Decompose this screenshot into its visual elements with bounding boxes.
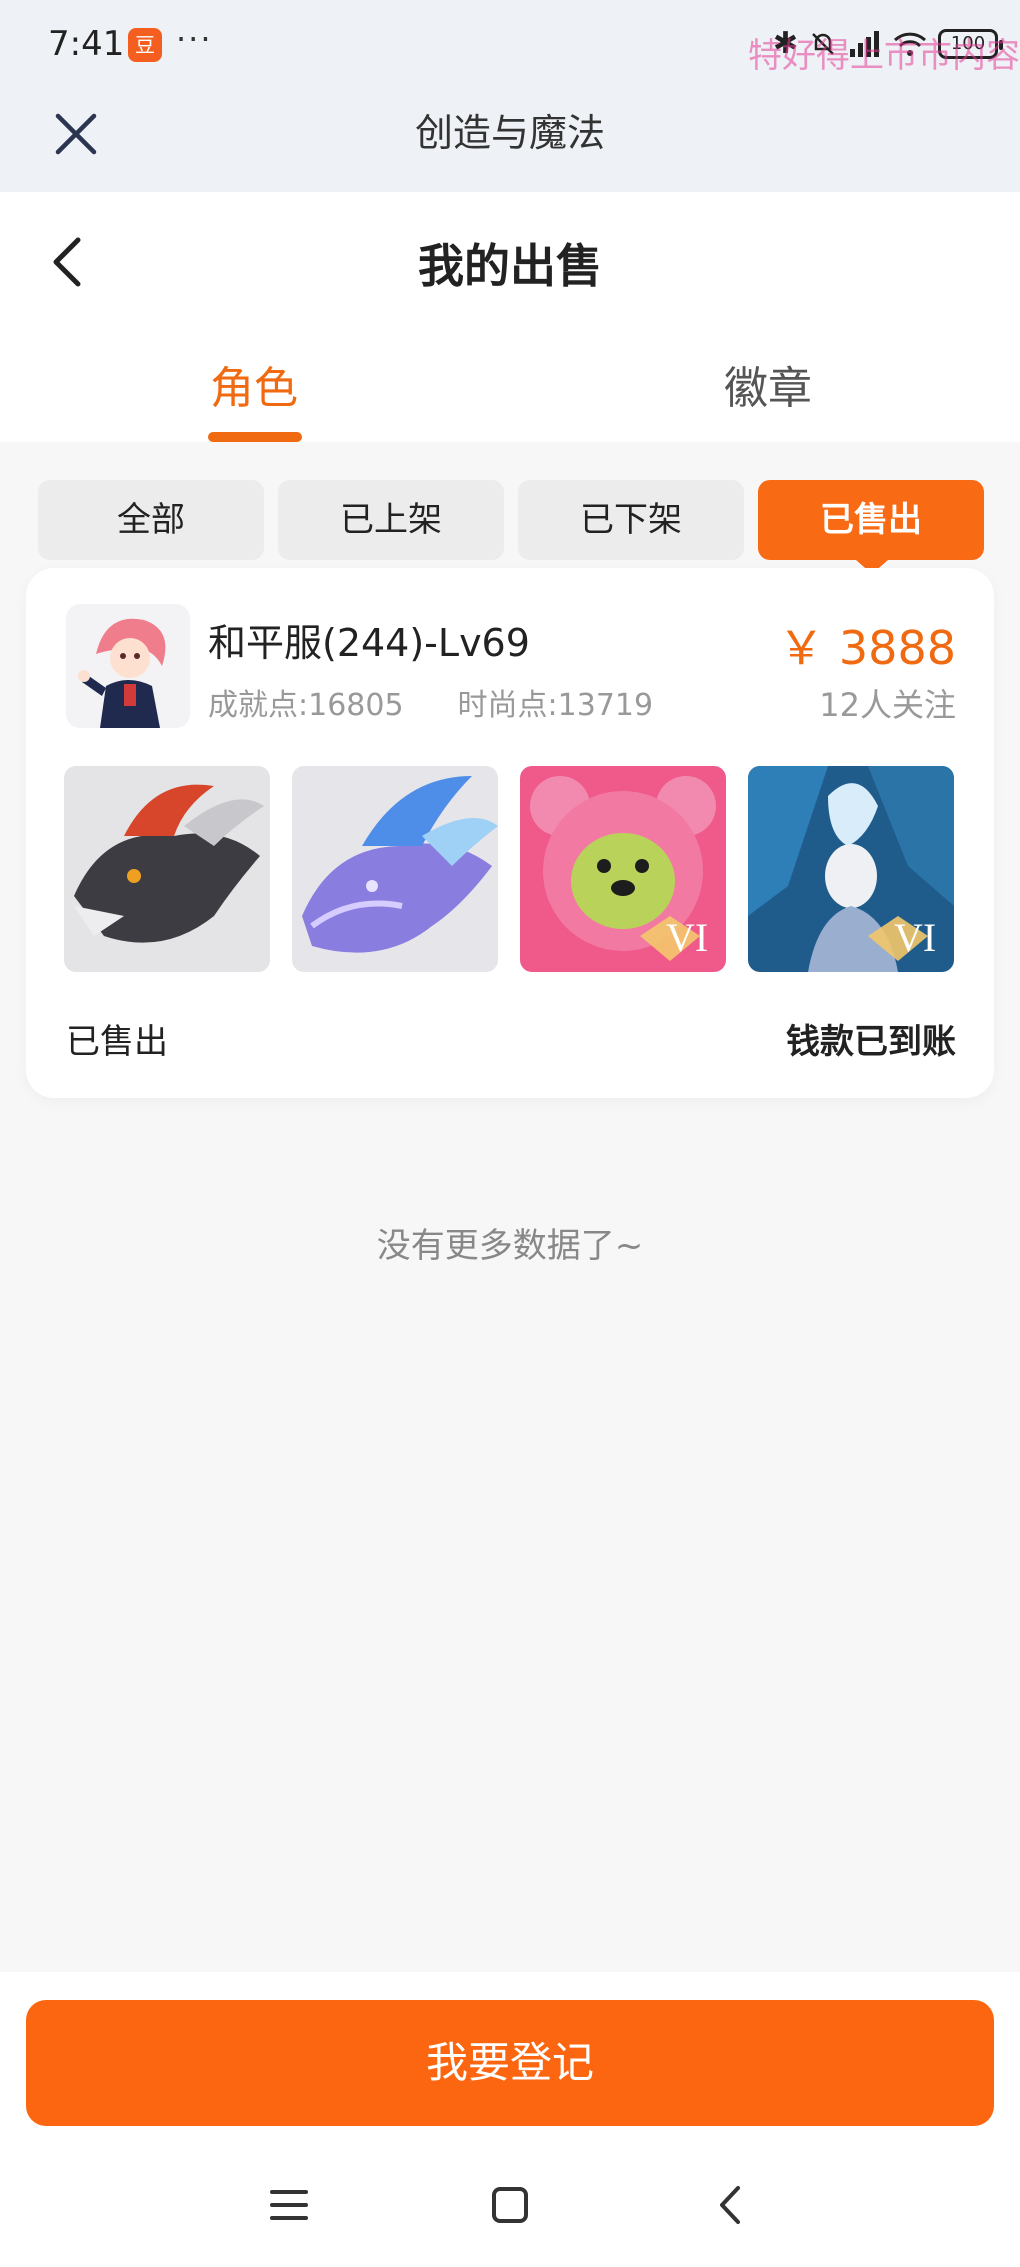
payment-status: 钱款已到账 [786, 1022, 956, 1062]
more-notifications-icon: ··· [176, 20, 213, 58]
no-more-data-message: 没有更多数据了~ [376, 1226, 644, 1266]
app-title: 创造与魔法 [414, 111, 605, 155]
page-header: 我的出售 角色 徽章 [0, 192, 1020, 442]
tab-role[interactable]: 角色 [210, 352, 298, 416]
filter-delisted[interactable]: 已下架 [518, 480, 744, 560]
system-back-icon[interactable] [706, 2180, 756, 2230]
achievement-points: 成就点:16805 [208, 688, 404, 723]
item-thumbnail[interactable] [292, 766, 498, 972]
filter-all[interactable]: 全部 [38, 480, 264, 560]
sale-status: 已售出 [66, 1022, 168, 1062]
register-button[interactable]: 我要登记 [26, 2000, 994, 2126]
app-notification-icon: 豆 [128, 28, 162, 62]
filter-sold[interactable]: 已售出 [758, 480, 984, 560]
battery-icon: 100 [938, 28, 1003, 59]
svg-text:VI: VI [666, 915, 708, 960]
filter-listed[interactable]: 已上架 [278, 480, 504, 560]
listing-card[interactable]: 和平服(244)-Lv69 成就点:16805 时尚点:13719 ￥ 3888… [26, 568, 994, 1098]
menu-icon[interactable] [264, 2180, 314, 2230]
status-bar: 7:41 豆 ··· ✱ 100 特好得上市市内容 [0, 0, 1020, 92]
cellular-signal-icon [850, 30, 879, 57]
app-bar: 创造与魔法 [0, 92, 1020, 192]
character-name: 和平服(244)-Lv69 [208, 621, 530, 665]
ice-wing-character-icon: VI [748, 766, 954, 972]
wifi-icon [893, 32, 927, 56]
item-thumbnail[interactable]: VI [520, 766, 726, 972]
follower-count: 12人关注 [819, 686, 956, 724]
black-dragon-mount-icon [64, 766, 270, 972]
character-avatar-icon [66, 604, 190, 728]
item-thumbnail[interactable]: VI [748, 766, 954, 972]
blue-dragon-mount-icon [292, 766, 498, 972]
status-indicators: ✱ 100 [772, 26, 1003, 61]
home-icon[interactable] [485, 2180, 535, 2230]
status-time: 7:41 [48, 24, 125, 64]
svg-text:VI: VI [894, 915, 936, 960]
bluetooth-icon: ✱ [772, 26, 798, 61]
pink-bear-costume-icon: VI [520, 766, 726, 972]
character-avatar [66, 604, 190, 728]
close-icon[interactable] [48, 106, 104, 162]
active-tab-indicator [208, 432, 302, 442]
listing-price: ￥ 3888 [778, 621, 956, 675]
tab-badge[interactable]: 徽章 [724, 352, 812, 416]
fashion-points: 时尚点:13719 [457, 688, 654, 723]
character-stats: 成就点:16805 时尚点:13719 [208, 680, 653, 724]
page-title: 我的出售 [418, 239, 602, 293]
mute-bell-icon [812, 32, 834, 55]
item-thumbnail[interactable] [64, 766, 270, 972]
